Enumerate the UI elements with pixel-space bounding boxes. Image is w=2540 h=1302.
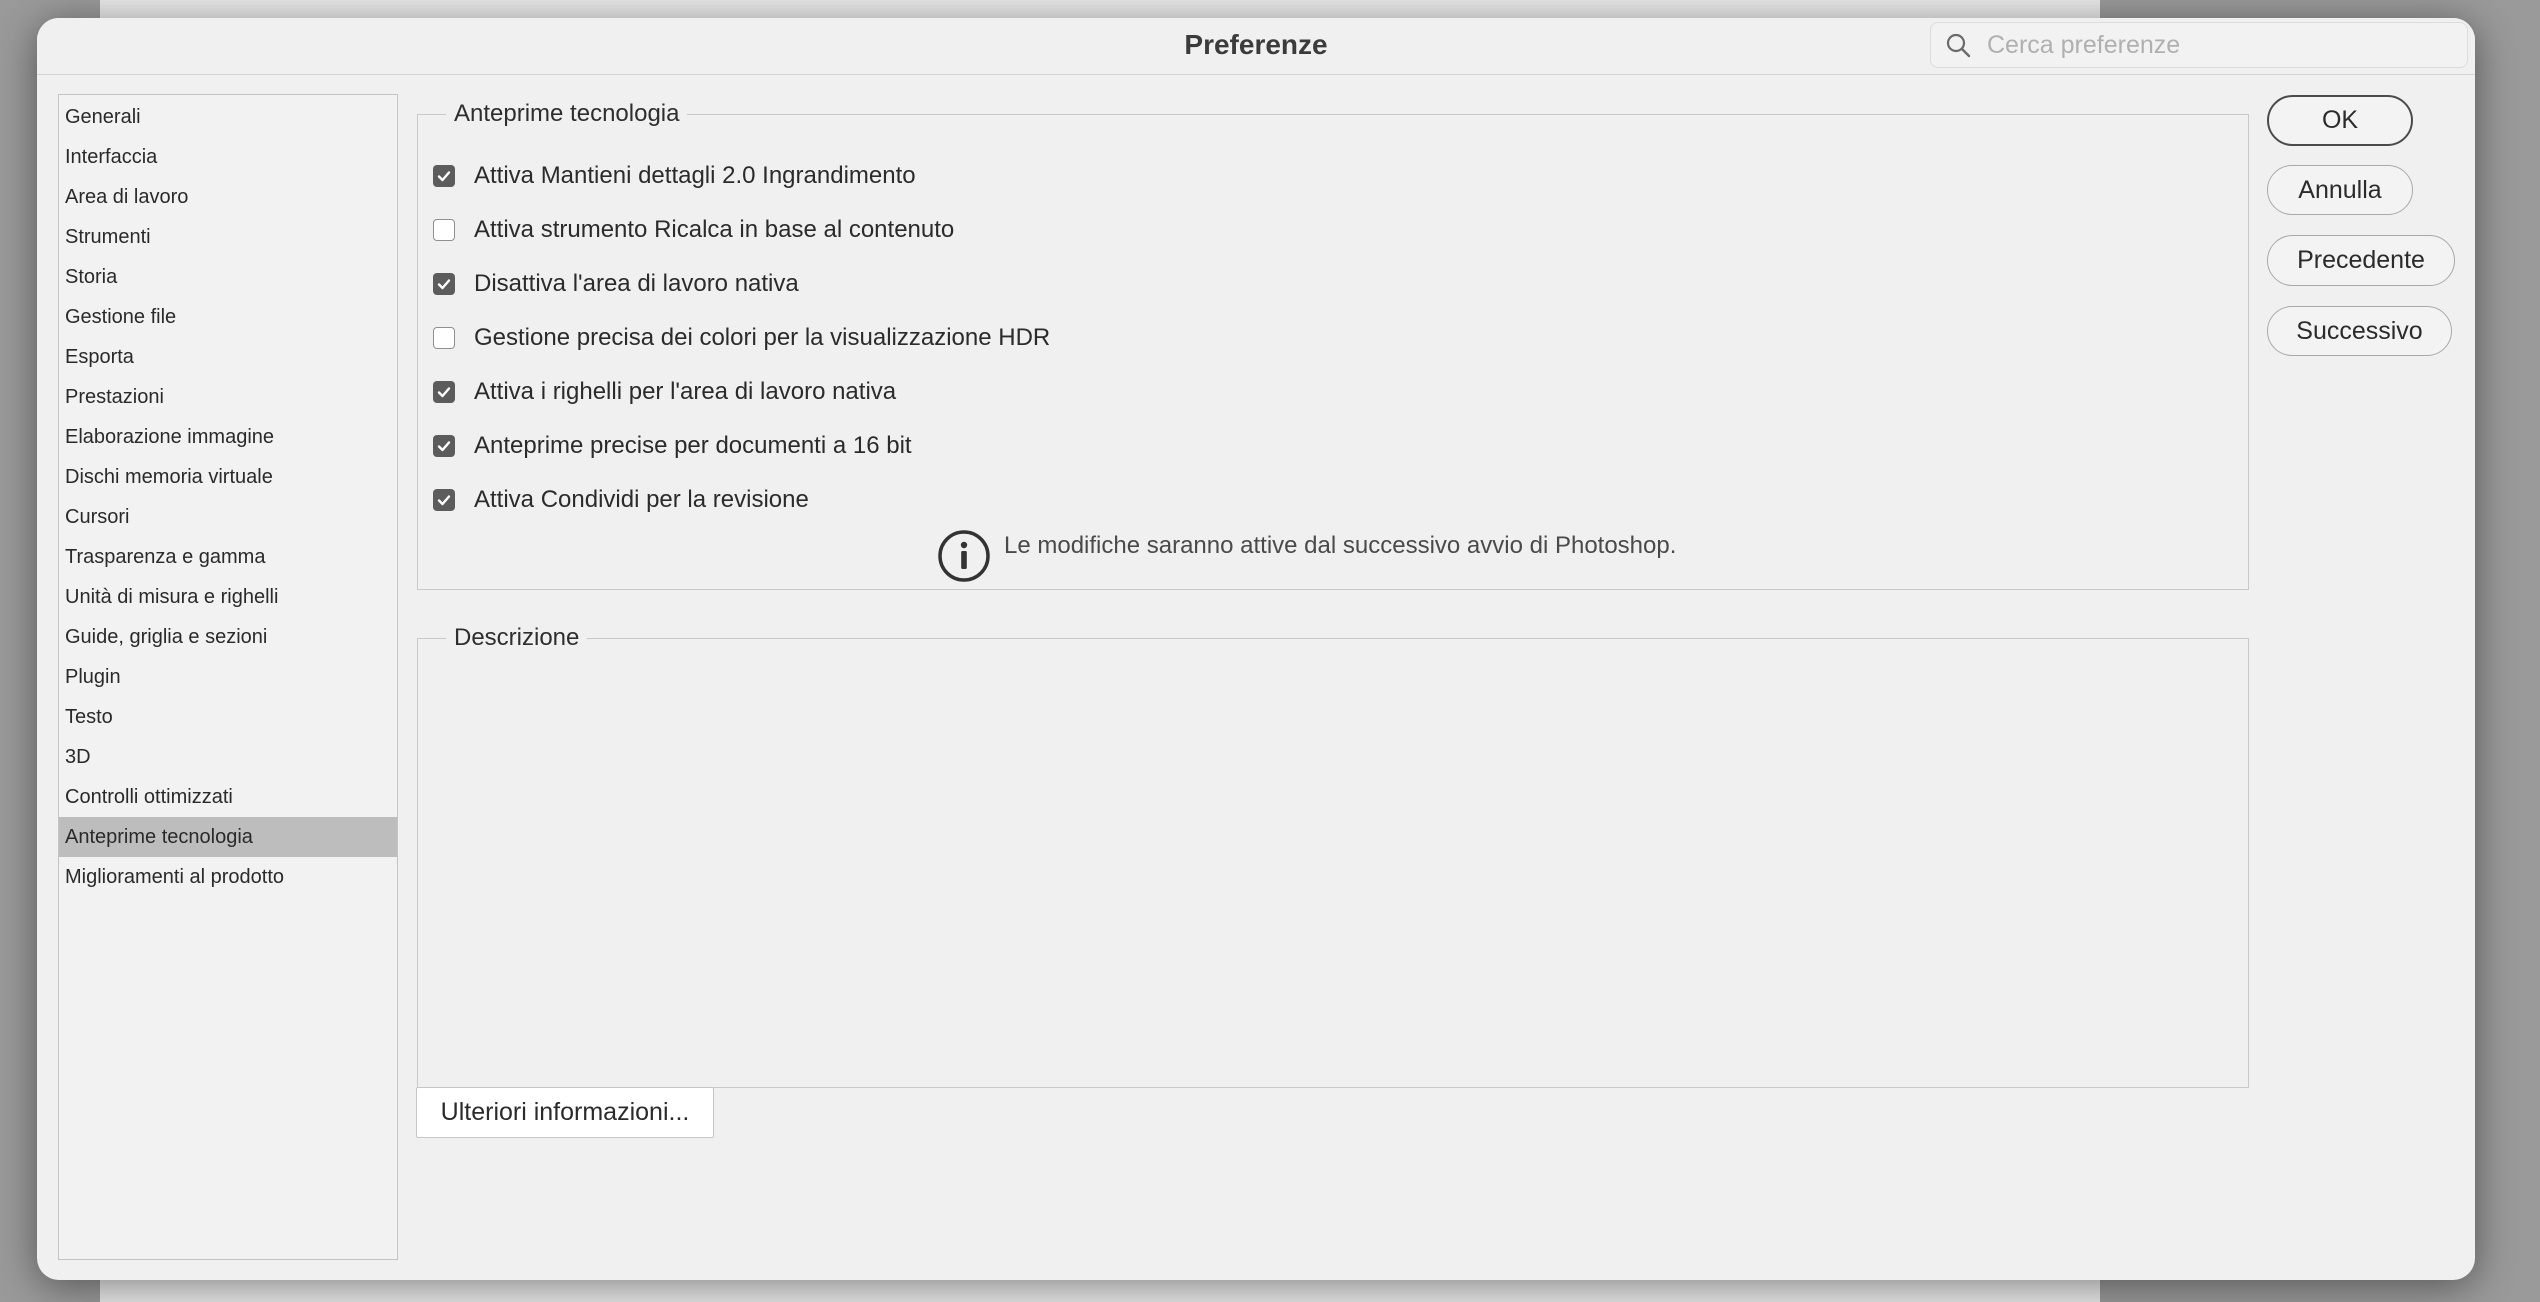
description-legend: Descrizione [454,624,580,651]
option-label: Anteprime precise per documenti a 16 bit [474,432,912,459]
info-circle-icon [938,530,990,582]
option-checkbox[interactable] [433,489,455,511]
sidebar-item[interactable]: Dischi memoria virtuale [59,457,397,497]
tech-previews-group: Anteprime tecnologia Attiva Mantieni det… [417,100,2249,590]
option-label: Attiva i righelli per l'area di lavoro n… [474,378,897,405]
description-group: Descrizione [417,624,2249,1088]
preferences-dialog: Preferenze GeneraliInterfacciaArea di la… [37,18,2475,1280]
checkmark-icon [437,387,451,398]
sidebar-list: Generali Interfaccia Area di lavoro Strumen… [59,95,397,897]
sidebar-item[interactable]: Anteprime tecnologia [59,817,397,857]
title-bar: Preferenze [37,18,2475,75]
search-input[interactable] [1985,27,2449,63]
sidebar-item[interactable]: Area di lavoro [59,177,397,217]
sidebar-item[interactable]: Miglioramenti al prodotto [59,857,397,897]
option-label: Attiva Condividi per la revisione [474,486,809,513]
checkmark-icon [437,171,451,182]
search-icon [1946,33,1971,58]
option-checkbox[interactable] [433,273,455,295]
sidebar-item[interactable]: Testo [59,697,397,737]
ok-button[interactable]: OK [2267,95,2413,146]
sidebar-item[interactable]: Controlli ottimizzati [59,777,397,817]
checkmark-icon [437,279,451,290]
checkmark-icon [437,441,451,452]
option-label: Gestione precisa dei colori per la visua… [474,324,1051,351]
sidebar-item[interactable]: Prestazioni [59,377,397,417]
sidebar-item[interactable]: Esporta [59,337,397,377]
option-row[interactable]: Anteprime precise per documenti a 16 bit [418,426,912,466]
sidebar-item[interactable]: Elaborazione immagine [59,417,397,457]
option-row[interactable]: Attiva Mantieni dettagli 2.0 Ingrandimen… [418,156,916,196]
option-row[interactable]: Gestione precisa dei colori per la visua… [418,318,1050,358]
option-checkbox[interactable] [433,219,455,241]
option-checkbox[interactable] [433,165,455,187]
restart-notice: Le modifiche saranno attive dal successi… [936,528,1676,584]
cancel-button[interactable]: Annulla [2267,165,2413,215]
option-label: Attiva Mantieni dettagli 2.0 Ingrandimen… [474,162,916,189]
checkmark-icon [437,495,451,506]
sidebar-item[interactable]: Unità di misura e righelli [59,577,397,617]
option-label: Attiva strumento Ricalca in base al cont… [474,216,955,243]
next-button[interactable]: Successivo [2267,306,2452,356]
option-label: Disattiva l'area di lavoro nativa [474,270,799,297]
option-checkbox[interactable] [433,327,455,349]
more-info-button[interactable]: Ulteriori informazioni... [416,1087,714,1138]
option-checkbox[interactable] [433,435,455,457]
option-row[interactable]: Attiva Condividi per la revisione [418,480,809,520]
sidebar-item[interactable]: Guide, griglia e sezioni [59,617,397,657]
previous-button[interactable]: Precedente [2267,235,2455,286]
sidebar-item[interactable]: Generali [59,97,397,137]
search-box[interactable] [1930,22,2468,68]
sidebar-item[interactable]: Cursori [59,497,397,537]
restart-notice-text: Le modifiche saranno attive dal successi… [1004,532,1677,559]
option-checkbox[interactable] [433,381,455,403]
sidebar-item[interactable]: Storia [59,257,397,297]
option-row[interactable]: Disattiva l'area di lavoro nativa [418,264,799,304]
option-row[interactable]: Attiva i righelli per l'area di lavoro n… [418,372,896,412]
preferences-sidebar: Generali Interfaccia Area di lavoro Strumen… [58,94,398,1260]
tech-previews-legend: Anteprime tecnologia [454,100,680,127]
sidebar-item[interactable]: Interfaccia [59,137,397,177]
sidebar-item[interactable]: Gestione file [59,297,397,337]
sidebar-item[interactable]: Trasparenza e gamma [59,537,397,577]
sidebar-item[interactable]: Strumenti [59,217,397,257]
sidebar-item[interactable]: Plugin [59,657,397,697]
sidebar-item[interactable]: 3D [59,737,397,777]
option-row[interactable]: Attiva strumento Ricalca in base al cont… [418,210,954,250]
